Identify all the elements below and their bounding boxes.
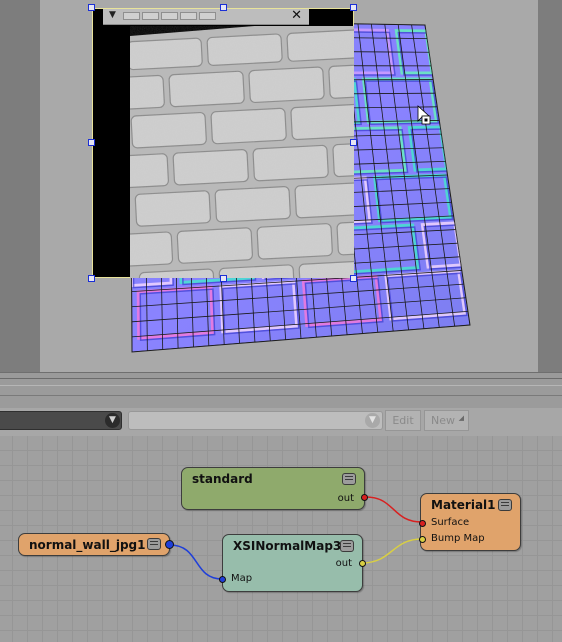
- connection-normalmap-bump: [361, 538, 423, 564]
- connection-image-map: [169, 544, 223, 580]
- resize-handle[interactable]: [88, 4, 95, 11]
- secondary-selector-dropdown[interactable]: ▼: [128, 411, 383, 430]
- port-out[interactable]: [359, 560, 366, 567]
- port-map[interactable]: [219, 576, 226, 583]
- collapse-icon[interactable]: [498, 499, 512, 511]
- brick-texture-image: [130, 26, 354, 278]
- floater-titlebar[interactable]: ▼ ✕: [103, 8, 309, 25]
- texture-preview-floater[interactable]: ▼ ✕: [88, 4, 357, 282]
- resize-handle[interactable]: [88, 275, 95, 282]
- node-title: normal_wall_jpg1: [29, 538, 146, 552]
- render-tree-canvas[interactable]: standard out XSINormalMap3 out Map norma…: [0, 436, 562, 642]
- node-xsinormalmap[interactable]: XSINormalMap3 out Map: [219, 534, 366, 592]
- new-button-label: New: [431, 414, 455, 427]
- port-surface[interactable]: [419, 520, 426, 527]
- node-normal-wall-image[interactable]: normal_wall_jpg1: [18, 533, 174, 556]
- resize-handle[interactable]: [350, 275, 357, 282]
- close-icon[interactable]: ✕: [291, 8, 302, 23]
- port-label-surface: Surface: [431, 517, 470, 528]
- port-out[interactable]: [165, 540, 174, 549]
- floater-tab-slot[interactable]: [123, 12, 140, 20]
- port-label-map: Map: [231, 573, 253, 584]
- floater-tab-slot[interactable]: [161, 12, 178, 20]
- collapse-icon[interactable]: [147, 538, 161, 550]
- floater-menu-icon[interactable]: ▼: [109, 10, 116, 20]
- node-title: standard: [192, 472, 253, 486]
- shader-selector-dropdown[interactable]: ▼: [0, 411, 122, 430]
- viewport-3d[interactable]: ▼ ✕: [0, 0, 562, 378]
- port-label-out: out: [337, 493, 354, 504]
- panel-splitter[interactable]: [0, 378, 562, 409]
- node-standard[interactable]: standard out: [181, 467, 368, 510]
- node-title: Material1: [431, 498, 496, 512]
- resize-handle[interactable]: [220, 275, 227, 282]
- floater-tab-slot[interactable]: [199, 12, 216, 20]
- collapse-icon[interactable]: [340, 540, 354, 552]
- resize-handle[interactable]: [350, 4, 357, 11]
- resize-handle[interactable]: [350, 139, 357, 146]
- floater-tab-slot[interactable]: [142, 12, 159, 20]
- render-tree-toolbar: ▼ ▼ Edit New ◢: [0, 408, 562, 437]
- resize-handle[interactable]: [88, 139, 95, 146]
- node-material[interactable]: Material1 Surface Bump Map: [419, 493, 521, 551]
- port-out[interactable]: [361, 494, 368, 501]
- port-label-out: out: [335, 558, 352, 569]
- node-title: XSINormalMap3: [233, 539, 342, 553]
- resize-handle[interactable]: [220, 4, 227, 11]
- dropdown-icon[interactable]: ▼: [105, 413, 120, 428]
- connection-standard-surface: [365, 496, 423, 523]
- collapse-icon[interactable]: [342, 473, 356, 485]
- chevron-down-icon: ◢: [458, 414, 464, 422]
- floater-tab-slot[interactable]: [180, 12, 197, 20]
- edit-button[interactable]: Edit: [385, 410, 421, 431]
- dropdown-icon[interactable]: ▼: [365, 413, 380, 428]
- port-bump-map[interactable]: [419, 536, 426, 543]
- new-button[interactable]: New ◢: [424, 410, 469, 431]
- port-label-bump-map: Bump Map: [431, 533, 485, 544]
